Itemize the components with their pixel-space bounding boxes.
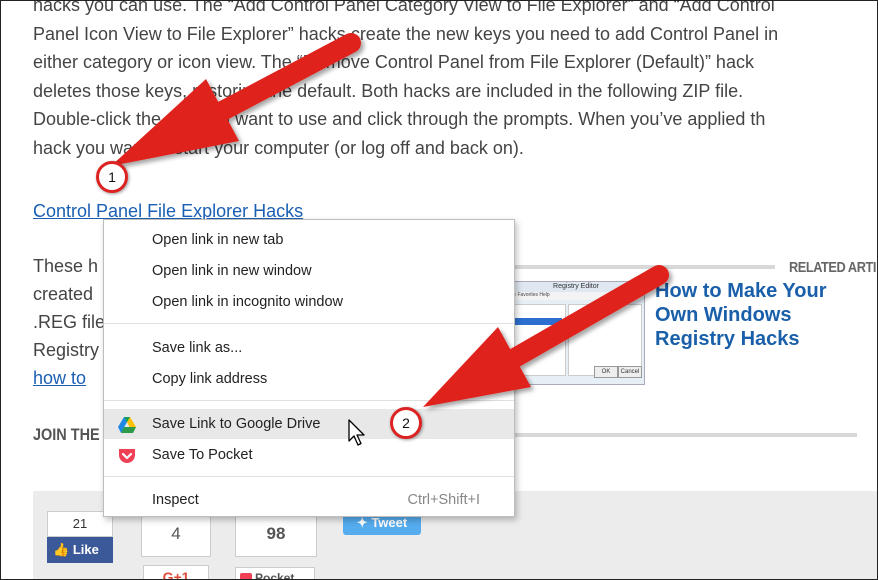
annotation-badge-1: 1 (96, 161, 128, 193)
arrow-2-icon (423, 265, 669, 407)
browser-page: hacks you can use. The “Add Control Pane… (0, 0, 878, 580)
annotation-badge-2: 2 (390, 407, 422, 439)
annotation-arrows (111, 33, 669, 407)
arrow-1-icon (111, 33, 361, 166)
